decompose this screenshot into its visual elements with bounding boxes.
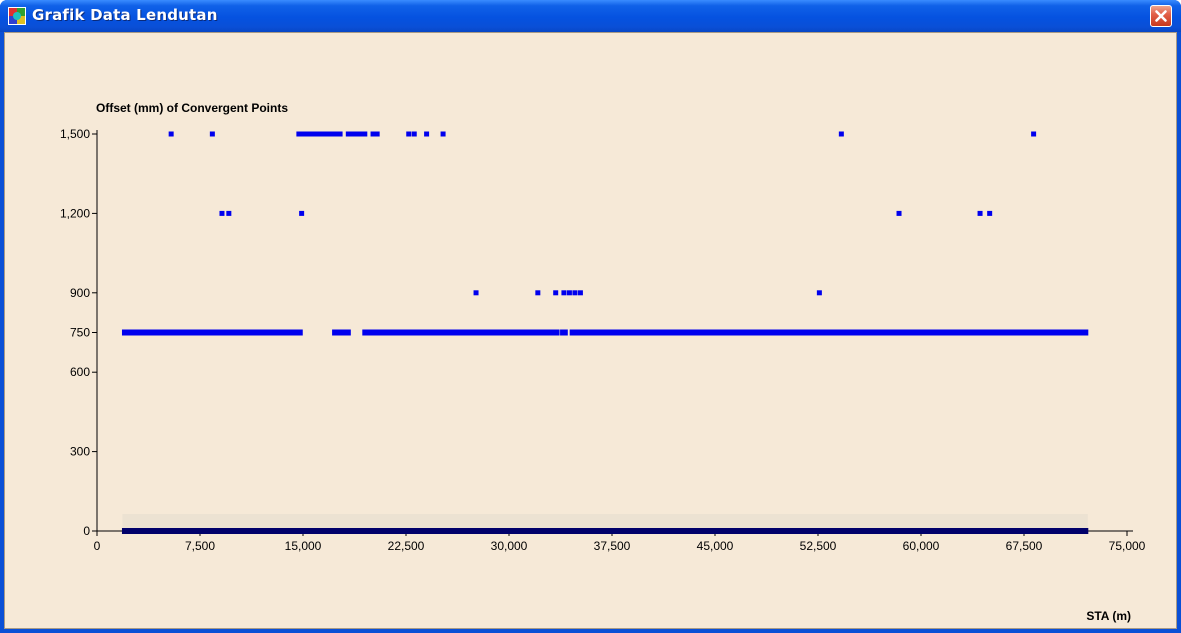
data-point bbox=[209, 131, 215, 137]
chart-panel: 0 300 600 750 900 1,200 1,500 0 7,500 15,000 22,50… bbox=[4, 32, 1177, 629]
y-tick-label: 1,200 bbox=[60, 206, 90, 220]
data-point bbox=[362, 131, 368, 137]
y-axis-title: Offset (mm) of Convergent Points bbox=[96, 101, 288, 115]
close-button[interactable] bbox=[1150, 5, 1172, 27]
x-tick-label: 30,000 bbox=[491, 539, 528, 553]
x-tick-label: 22,500 bbox=[388, 539, 425, 553]
x-tick-label: 45,000 bbox=[697, 539, 734, 553]
data-point bbox=[168, 131, 174, 137]
data-point bbox=[337, 131, 343, 137]
data-point bbox=[577, 290, 583, 296]
data-point-run bbox=[569, 329, 991, 336]
scatter-chart: 0 300 600 750 900 1,200 1,500 0 7,500 15,000 22,50… bbox=[60, 101, 1146, 623]
data-point bbox=[535, 290, 541, 296]
x-tick-label: 37,500 bbox=[594, 539, 631, 553]
data-point bbox=[440, 131, 446, 137]
data-point bbox=[816, 290, 822, 296]
chart-app-icon bbox=[8, 7, 26, 25]
x-tick-label: 60,000 bbox=[903, 539, 940, 553]
y-tick-label: 1,500 bbox=[60, 127, 90, 141]
y-tick-label: 300 bbox=[70, 445, 90, 459]
data-point bbox=[553, 290, 559, 296]
data-point bbox=[299, 210, 305, 216]
y-tick-label: 900 bbox=[70, 286, 90, 300]
window-title: Grafik Data Lendutan bbox=[32, 6, 218, 24]
data-point bbox=[219, 210, 225, 216]
data-point bbox=[1031, 131, 1037, 137]
data-point bbox=[561, 290, 567, 296]
x-tick-label: 0 bbox=[94, 539, 101, 553]
data-point-run bbox=[362, 329, 560, 336]
data-point bbox=[566, 290, 572, 296]
x-axis-title: STA (m) bbox=[1086, 609, 1131, 623]
data-point bbox=[987, 210, 993, 216]
x-tick-label: 75,000 bbox=[1109, 539, 1146, 553]
y-tick-label: 750 bbox=[70, 326, 90, 340]
x-tick-label: 15,000 bbox=[285, 539, 322, 553]
data-point bbox=[572, 290, 578, 296]
x-tick-label: 7,500 bbox=[185, 539, 215, 553]
close-icon bbox=[1155, 10, 1167, 22]
data-point-run-zero bbox=[121, 528, 1089, 534]
data-point bbox=[896, 210, 902, 216]
x-tick-label: 67,500 bbox=[1006, 539, 1043, 553]
data-point bbox=[977, 210, 983, 216]
x-tick-label: 52,500 bbox=[800, 539, 837, 553]
data-point-run bbox=[988, 329, 1089, 336]
data-point bbox=[374, 131, 380, 137]
title-bar[interactable]: Grafik Data Lendutan bbox=[0, 0, 1181, 32]
y-tick-label: 600 bbox=[70, 365, 90, 379]
data-point-run bbox=[121, 329, 303, 336]
data-point bbox=[424, 131, 430, 137]
data-point bbox=[411, 131, 417, 137]
app-window: Grafik Data Lendutan 0 300 600 750 900 1,200 1… bbox=[0, 0, 1181, 633]
data-point-run bbox=[332, 329, 351, 336]
data-point bbox=[226, 210, 232, 216]
data-point bbox=[406, 131, 412, 137]
data-point bbox=[473, 290, 479, 296]
y-tick-label: 0 bbox=[83, 524, 90, 538]
data-point-run bbox=[560, 329, 568, 336]
data-point bbox=[838, 131, 844, 137]
